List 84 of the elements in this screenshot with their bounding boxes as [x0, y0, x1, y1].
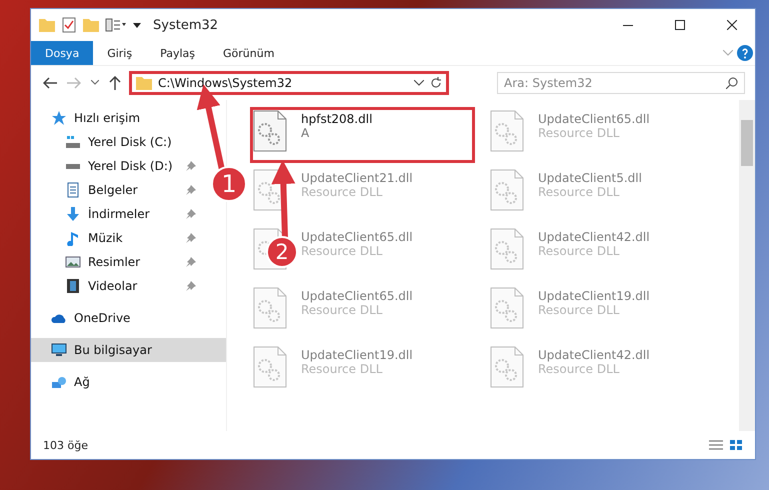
file-name: UpdateClient5.dll — [538, 171, 642, 185]
file-type: Resource DLL — [538, 303, 620, 317]
network-icon — [51, 376, 67, 388]
sidebar-item[interactable]: Yerel Disk (C:) — [31, 130, 204, 154]
ribbon-tab[interactable]: Paylaş — [146, 41, 209, 65]
sidebar-item[interactable]: Ağ — [31, 370, 204, 394]
item-count: 103 öğe — [43, 438, 88, 452]
down-arrow-icon — [65, 206, 81, 222]
file-type: Resource DLL — [301, 303, 384, 317]
file-name: UpdateClient65.dll — [538, 112, 650, 126]
file-name: UpdateClient19.dll — [538, 289, 650, 303]
sidebar-item[interactable]: OneDrive — [31, 306, 204, 330]
address-bar[interactable]: C:\Windows\System32 — [129, 71, 449, 95]
gear-document-icon — [253, 346, 287, 388]
drive-icon — [65, 135, 81, 149]
file-name: UpdateClient65.dll — [301, 289, 413, 303]
recent-dropdown-button[interactable] — [89, 80, 101, 86]
file-type: Resource DLL — [301, 362, 384, 376]
sidebar-item[interactable]: İndirmeler — [31, 202, 204, 226]
close-icon — [727, 20, 737, 30]
ribbon-tab[interactable]: Dosya — [31, 41, 94, 65]
file-type: Resource DLL — [538, 126, 620, 140]
file-type: Resource DLL — [538, 244, 620, 258]
ribbon-tab[interactable]: Giriş — [93, 41, 146, 65]
chevron-down-icon — [414, 80, 424, 86]
sidebar-item[interactable]: Belgeler — [31, 178, 204, 202]
file-type: Resource DLL — [301, 185, 384, 199]
gear-document-icon — [490, 110, 524, 152]
refresh-icon — [430, 77, 442, 89]
music-note-icon — [65, 230, 81, 246]
file-name: UpdateClient19.dll — [301, 348, 413, 362]
film-icon — [65, 278, 81, 294]
file-name: UpdateClient65.dll — [301, 230, 413, 244]
cloud-icon — [51, 312, 67, 324]
pin-icon — [186, 257, 196, 267]
file-type: A — [301, 126, 310, 140]
gear-document-icon — [490, 346, 524, 388]
minimize-icon — [623, 24, 633, 26]
ribbon-tab[interactable]: Görünüm — [209, 41, 288, 65]
large-icons-view-icon[interactable] — [729, 439, 743, 451]
star-icon — [51, 110, 67, 126]
sidebar-item[interactable]: Resimler — [31, 250, 204, 274]
search-icon — [726, 77, 738, 89]
pin-icon — [186, 281, 196, 291]
monitor-icon — [51, 343, 67, 357]
gear-document-icon — [490, 228, 524, 270]
dropdown-icon — [133, 21, 141, 29]
sidebar-item[interactable]: Müzik — [31, 226, 204, 250]
gear-document-icon — [253, 110, 287, 152]
up-button[interactable] — [107, 76, 123, 90]
picture-icon — [65, 256, 81, 268]
pin-icon — [186, 209, 196, 219]
scrollbar[interactable] — [739, 100, 755, 431]
search-field[interactable]: Ara: System32 — [497, 72, 745, 94]
chevron-down-icon — [723, 50, 733, 56]
file-item[interactable]: hpfst208.dll A — [249, 106, 476, 164]
folder-icon — [39, 18, 55, 32]
file-name: UpdateClient42.dll — [538, 348, 650, 362]
details-view-icon[interactable] — [709, 439, 723, 451]
sidebar-item[interactable]: Hızlı erişim — [31, 106, 204, 130]
gear-document-icon — [490, 169, 524, 211]
file-type: Resource DLL — [538, 185, 620, 199]
properties-icon — [105, 18, 127, 32]
back-button[interactable] — [41, 77, 59, 89]
gear-document-icon — [253, 287, 287, 329]
document-icon — [65, 182, 81, 198]
file-type: Resource DLL — [538, 362, 620, 376]
sidebar-item[interactable]: Yerel Disk (D:) — [31, 154, 204, 178]
sidebar-item[interactable]: Videolar — [31, 274, 204, 298]
pin-icon — [186, 161, 196, 171]
pin-icon — [186, 233, 196, 243]
drive-icon — [65, 162, 81, 170]
file-name: UpdateClient42.dll — [538, 230, 650, 244]
folder-icon — [83, 18, 99, 32]
window-title: System32 — [153, 18, 220, 32]
file-type: Resource DLL — [301, 244, 384, 258]
gear-document-icon — [490, 287, 524, 329]
file-name: UpdateClient21.dll — [301, 171, 413, 185]
maximize-icon — [675, 20, 685, 30]
pin-icon — [186, 185, 196, 195]
folder-icon — [136, 76, 152, 90]
checklist-icon — [61, 17, 77, 33]
sidebar-item[interactable]: Bu bilgisayar — [31, 338, 226, 362]
file-name: hpfst208.dll — [301, 112, 372, 126]
